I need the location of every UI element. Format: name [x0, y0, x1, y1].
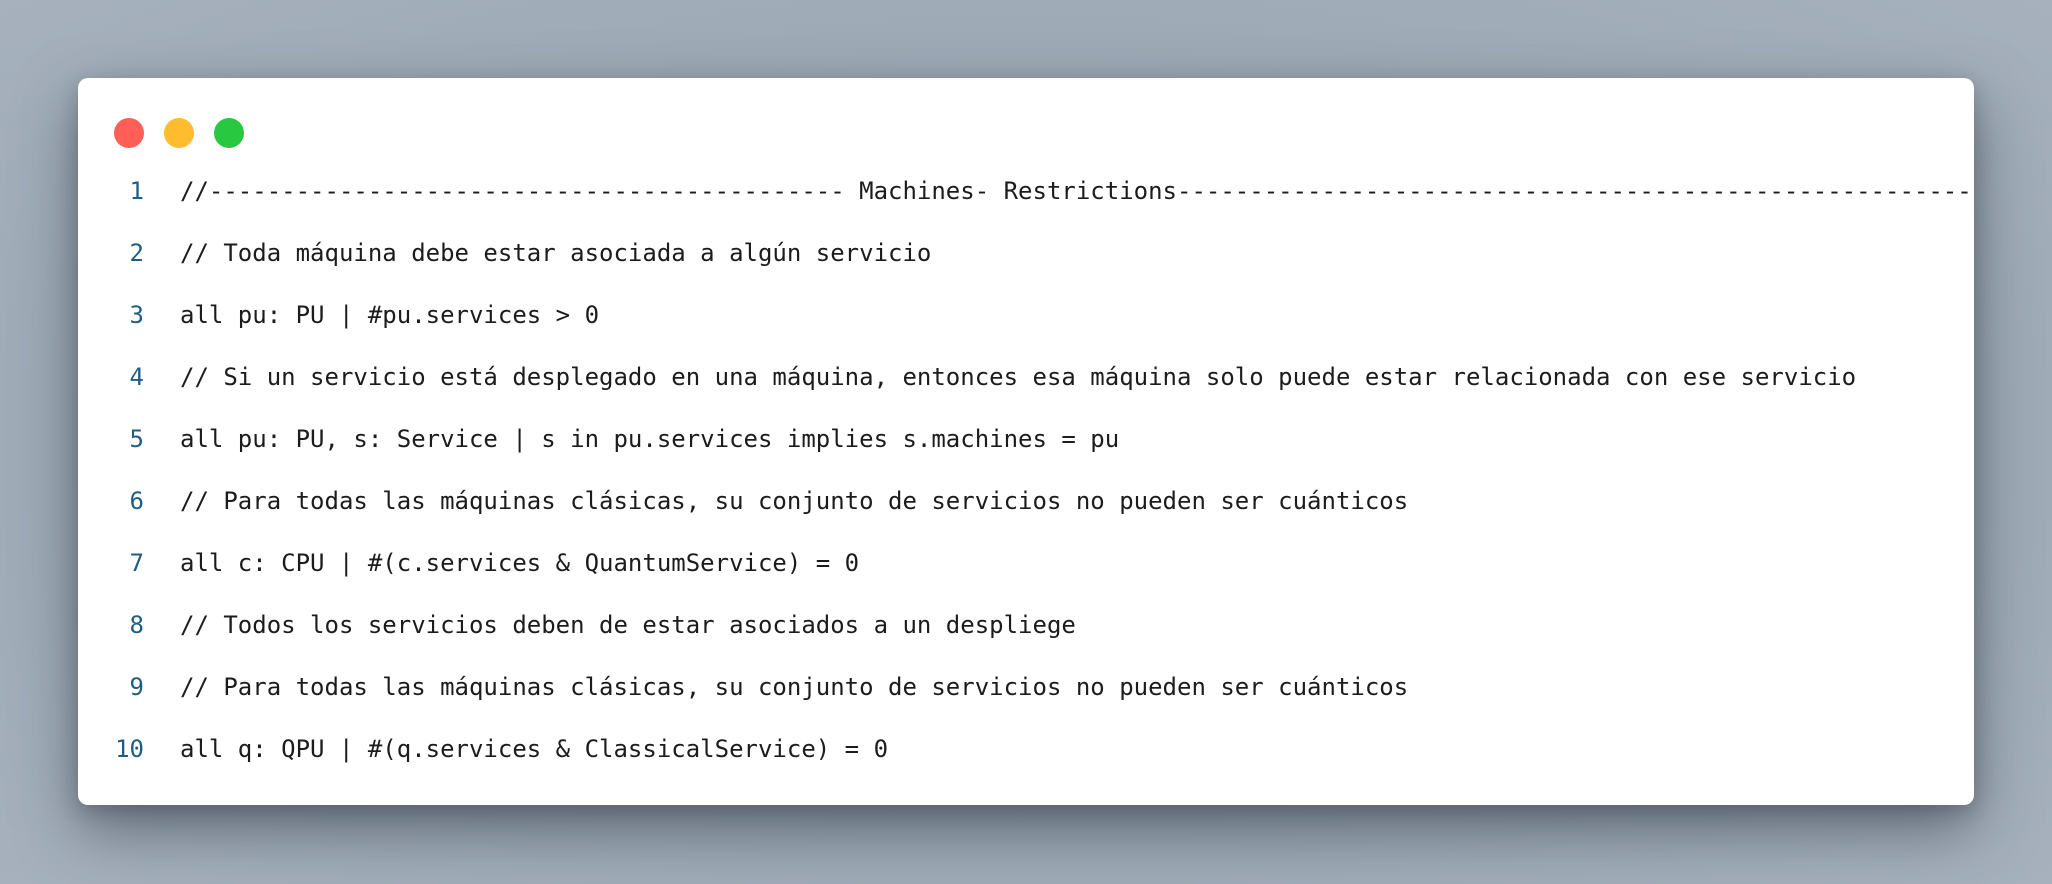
code-line: 3 all pu: PU | #pu.services > 0: [78, 295, 1974, 357]
line-content: // Si un servicio está desplegado en una…: [180, 363, 1857, 391]
code-line: 5 all pu: PU, s: Service | s in pu.servi…: [78, 419, 1974, 481]
line-number: 6: [129, 487, 144, 515]
close-dot-icon[interactable]: [114, 118, 144, 148]
line-content: all q: QPU | #(q.services & ClassicalSer…: [180, 735, 889, 763]
line-number: 4: [129, 363, 144, 391]
line-number: 2: [129, 239, 144, 267]
line-content: // Para todas las máquinas clásicas, su …: [180, 673, 1409, 701]
code-line: 10 all q: QPU | #(q.services & Classical…: [78, 729, 1974, 791]
maximize-dot-icon[interactable]: [214, 118, 244, 148]
code-line: 9 // Para todas las máquinas clásicas, s…: [78, 667, 1974, 729]
line-content: all pu: PU, s: Service | s in pu.service…: [180, 425, 1120, 453]
code-line: 4 // Si un servicio está desplegado en u…: [78, 357, 1974, 419]
line-number: 3: [129, 301, 144, 329]
line-number: 8: [129, 611, 144, 639]
code-line: 2 // Toda máquina debe estar asociada a …: [78, 233, 1974, 295]
line-content: // Para todas las máquinas clásicas, su …: [180, 487, 1409, 515]
line-number: 7: [129, 549, 144, 577]
line-number: 5: [129, 425, 144, 453]
line-number: 9: [129, 673, 144, 701]
code-line: 7 all c: CPU | #(c.services & QuantumSer…: [78, 543, 1974, 605]
code-window: 1 //------------------------------------…: [78, 78, 1974, 805]
line-content: all pu: PU | #pu.services > 0: [180, 301, 600, 329]
window-controls: [114, 118, 244, 148]
line-number: 1: [129, 177, 144, 205]
line-content: // Toda máquina debe estar asociada a al…: [180, 239, 932, 267]
line-content: // Todos los servicios deben de estar as…: [180, 611, 1076, 639]
minimize-dot-icon[interactable]: [164, 118, 194, 148]
code-line: 1 //------------------------------------…: [78, 171, 1974, 233]
line-content: all c: CPU | #(c.services & QuantumServi…: [180, 549, 860, 577]
code-line: 8 // Todos los servicios deben de estar …: [78, 605, 1974, 667]
line-number: 10: [115, 735, 144, 763]
code-body: 1 //------------------------------------…: [78, 171, 1974, 791]
code-line: 6 // Para todas las máquinas clásicas, s…: [78, 481, 1974, 543]
line-content: //--------------------------------------…: [180, 177, 1972, 205]
